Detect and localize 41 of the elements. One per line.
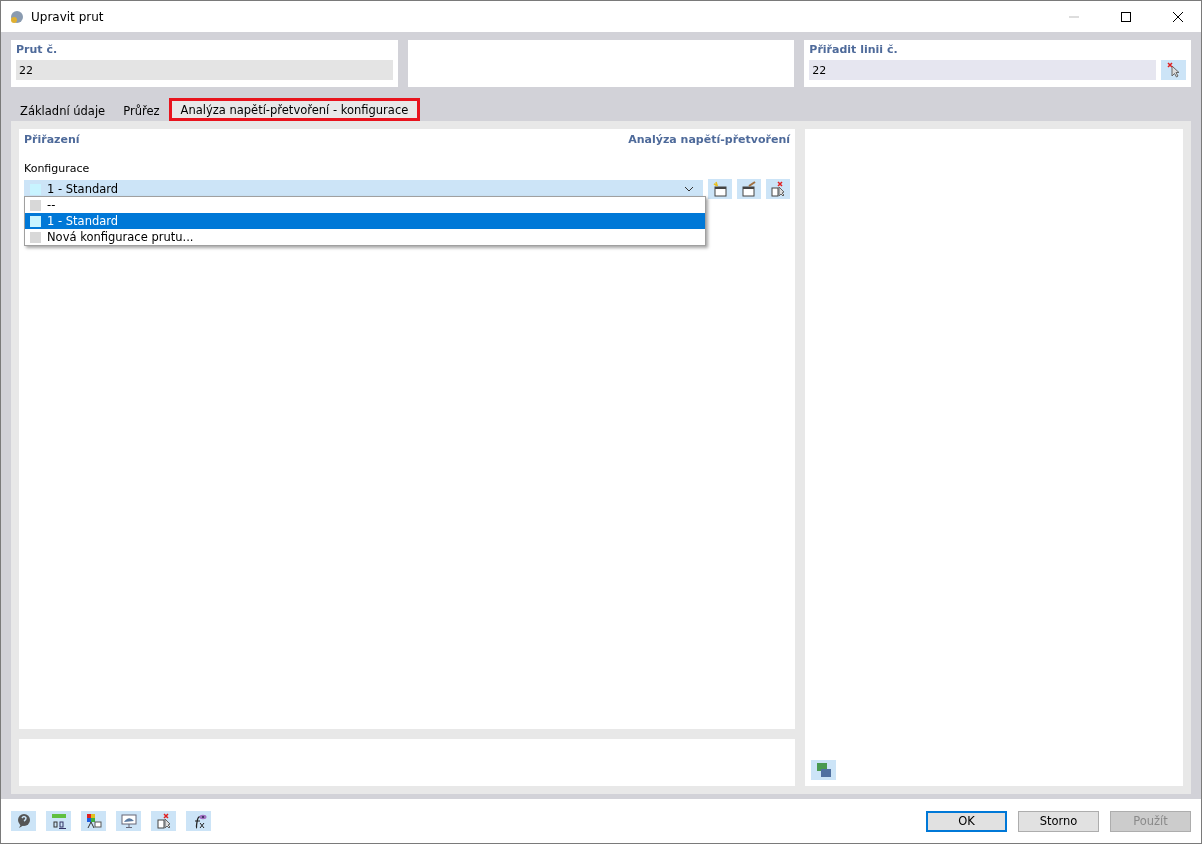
window-edit-icon bbox=[741, 181, 757, 197]
pick-button[interactable] bbox=[1161, 60, 1186, 80]
delete-cursor-icon bbox=[770, 181, 786, 197]
dropdown-option[interactable]: 1 - Standard bbox=[25, 213, 705, 229]
field-label: Prut č. bbox=[16, 43, 59, 56]
new-window-icon bbox=[712, 181, 728, 197]
maximize-icon bbox=[1121, 11, 1131, 22]
formula-button[interactable] bbox=[186, 811, 211, 831]
field-label: Přiřadit linii č. bbox=[809, 43, 899, 56]
color-scheme-button[interactable] bbox=[81, 811, 106, 831]
view-button[interactable] bbox=[116, 811, 141, 831]
monitor-icon bbox=[120, 813, 137, 829]
ruler-number-icon bbox=[50, 813, 67, 829]
option-label: 1 - Standard bbox=[47, 214, 119, 228]
number-field[interactable]: 22 bbox=[16, 60, 393, 80]
option-label: -- bbox=[47, 198, 56, 212]
cursor-icon bbox=[1165, 62, 1182, 78]
section-title: Přiřazení bbox=[24, 133, 80, 146]
tab[interactable]: Analýza napětí-přetvoření - konfigurace bbox=[168, 98, 421, 121]
dropdown-option[interactable]: -- bbox=[25, 197, 705, 213]
dialog-button[interactable]: Storno bbox=[1018, 810, 1099, 832]
delete-cursor-icon bbox=[155, 813, 172, 829]
app-icon bbox=[9, 8, 25, 25]
new-button[interactable] bbox=[708, 179, 732, 199]
image-icon bbox=[815, 762, 832, 778]
number-field[interactable]: 22 bbox=[809, 60, 1156, 80]
image-button[interactable] bbox=[811, 760, 836, 780]
color-grid-icon bbox=[85, 813, 102, 829]
question-bubble-icon bbox=[15, 813, 32, 829]
help-button[interactable] bbox=[11, 811, 36, 831]
window-title: Upravit prut bbox=[31, 9, 105, 24]
dialog-button[interactable]: OK bbox=[926, 810, 1007, 832]
section-title: Analýza napětí-přetvoření bbox=[628, 133, 790, 146]
decimals-button[interactable] bbox=[46, 811, 71, 831]
select-button[interactable] bbox=[151, 811, 176, 831]
field-label: Konfigurace bbox=[24, 162, 91, 175]
dropdown-option[interactable]: Nová konfigurace prutu... bbox=[25, 229, 705, 245]
edit-button[interactable] bbox=[737, 179, 761, 199]
delete-button[interactable] bbox=[766, 179, 790, 199]
close-icon bbox=[1173, 11, 1183, 22]
option-label: Nová konfigurace prutu... bbox=[47, 230, 194, 244]
